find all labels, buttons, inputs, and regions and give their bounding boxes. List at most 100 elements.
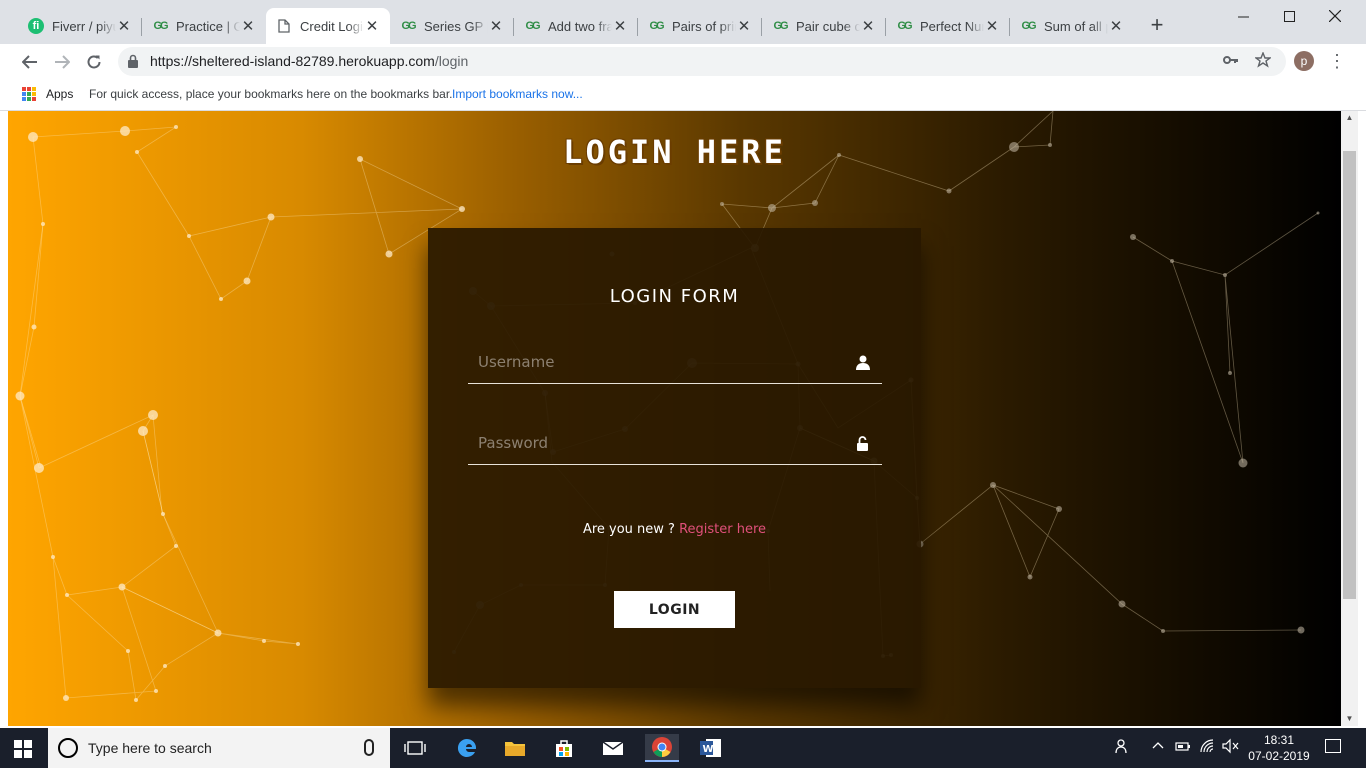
arrow-left-icon (22, 55, 37, 69)
file-explorer-icon[interactable] (498, 734, 532, 762)
tab-fiverr[interactable]: fi Fiverr / piyu ✕ (18, 8, 142, 44)
more-menu-icon[interactable]: ⋮ (1328, 50, 1346, 72)
chrome-taskbar-icon[interactable] (645, 734, 679, 762)
microphone-icon[interactable] (364, 739, 374, 756)
page-scrollbar[interactable]: ▲ ▼ (1341, 111, 1358, 726)
hero-title: LOGIN HERE (563, 133, 786, 171)
windows-taskbar: Type here to search W 18:31 07-02-2019 (0, 728, 1366, 768)
login-button[interactable]: LOGIN (614, 591, 735, 628)
forward-button[interactable] (48, 48, 76, 76)
scrollbar-thumb[interactable] (1343, 151, 1356, 599)
new-tab-button[interactable]: + (1146, 14, 1168, 36)
word-icon[interactable]: W (694, 734, 728, 762)
taskbar-search-placeholder: Type here to search (88, 740, 212, 756)
tab-title: Practice | G (176, 18, 240, 34)
form-title: LOGIN FORM (609, 286, 740, 307)
register-link[interactable]: Register here (679, 522, 766, 537)
gfg-icon: GG (153, 20, 168, 32)
arrow-right-icon (55, 55, 70, 69)
close-icon[interactable]: ✕ (364, 17, 380, 35)
close-icon[interactable]: ✕ (736, 17, 752, 35)
gfg-icon: GG (401, 20, 416, 32)
maximize-button[interactable] (1266, 0, 1312, 32)
taskbar-search-box[interactable]: Type here to search (48, 728, 390, 768)
minimize-button[interactable] (1220, 0, 1266, 32)
people-icon[interactable] (1115, 738, 1131, 757)
lock-icon (128, 54, 138, 68)
tab-title: Pairs of prin (672, 18, 736, 34)
battery-icon[interactable] (1175, 738, 1191, 757)
username-field-group (468, 342, 882, 384)
tab-sum-of-all[interactable]: GG Sum of all p ✕ (1010, 8, 1134, 44)
password-input[interactable] (468, 423, 848, 463)
tab-add-two[interactable]: GG Add two fra ✕ (514, 8, 638, 44)
svg-text:W: W (703, 744, 714, 755)
tab-title: Credit Login (300, 18, 364, 34)
gfg-icon: GG (773, 20, 788, 32)
url-text: https://sheltered-island-82789.herokuapp… (150, 53, 469, 69)
tab-perfect-number[interactable]: GG Perfect Nur ✕ (886, 8, 1010, 44)
close-icon[interactable]: ✕ (1108, 17, 1124, 35)
apps-label[interactable]: Apps (46, 87, 73, 101)
close-window-button[interactable] (1312, 0, 1358, 32)
back-button[interactable] (16, 48, 44, 76)
store-icon[interactable] (547, 734, 581, 762)
close-icon[interactable]: ✕ (240, 17, 256, 35)
tab-title: Pair cube co (796, 18, 860, 34)
close-icon[interactable]: ✕ (116, 17, 132, 35)
tab-title: Perfect Nur (920, 18, 984, 34)
tab-title: Series GP | (424, 18, 488, 34)
username-input[interactable] (468, 342, 848, 382)
clock-date: 07-02-2019 (1248, 749, 1310, 763)
register-prompt: Are you new ? Register here (428, 522, 921, 537)
window-right-edge (1358, 111, 1366, 726)
close-icon[interactable]: ✕ (984, 17, 1000, 35)
system-clock[interactable]: 18:31 07-02-2019 (1248, 732, 1310, 764)
clock-time: 18:31 (1263, 733, 1295, 747)
page-left-edge (0, 111, 8, 726)
user-icon (856, 355, 870, 370)
bookmarks-hint: For quick access, place your bookmarks h… (89, 87, 453, 101)
tab-practice[interactable]: GG Practice | G ✕ (142, 8, 266, 44)
task-view-icon[interactable] (398, 734, 432, 762)
register-prompt-text: Are you new ? (582, 522, 675, 537)
windows-start-icon[interactable] (14, 740, 32, 758)
key-icon[interactable] (1223, 52, 1239, 72)
volume-muted-icon[interactable] (1222, 738, 1240, 757)
import-bookmarks-link[interactable]: Import bookmarks now... (452, 87, 583, 101)
tab-title: Fiverr / piyu (52, 18, 116, 34)
password-field-group (468, 423, 882, 465)
address-bar[interactable]: https://sheltered-island-82789.herokuapp… (118, 47, 1286, 76)
scroll-up-arrow-icon[interactable]: ▲ (1345, 113, 1354, 122)
tab-strip: fi Fiverr / piyu ✕ GG Practice | G ✕ Cre… (0, 0, 1366, 44)
reload-icon (87, 55, 101, 69)
document-icon (276, 18, 292, 34)
apps-icon[interactable] (22, 87, 36, 101)
close-icon[interactable]: ✕ (860, 17, 876, 35)
login-page: LOGIN HERE LOGIN FORM Are you new ? Regi… (8, 111, 1341, 726)
tab-title: Add two fra (548, 18, 612, 34)
tab-pairs-prime[interactable]: GG Pairs of prin ✕ (638, 8, 762, 44)
edge-browser-icon[interactable] (450, 734, 484, 762)
wifi-icon[interactable] (1199, 738, 1217, 757)
scroll-down-arrow-icon[interactable]: ▼ (1345, 714, 1354, 723)
reload-button[interactable] (80, 48, 108, 76)
bookmarks-bar: Apps For quick access, place your bookma… (0, 79, 1366, 111)
tab-pair-cube[interactable]: GG Pair cube co ✕ (762, 8, 886, 44)
tab-credit-login[interactable]: Credit Login ✕ (266, 8, 390, 44)
close-icon[interactable]: ✕ (612, 17, 628, 35)
fiverr-icon: fi (28, 18, 44, 34)
unlock-icon (857, 436, 868, 451)
action-center-icon[interactable] (1325, 739, 1341, 753)
gfg-icon: GG (1021, 20, 1036, 32)
mail-icon[interactable] (596, 734, 630, 762)
star-icon[interactable] (1253, 51, 1273, 72)
gfg-icon: GG (649, 20, 664, 32)
tab-title: Sum of all p (1044, 18, 1108, 34)
profile-avatar[interactable]: p (1294, 51, 1314, 71)
close-icon[interactable]: ✕ (488, 17, 504, 35)
cortana-icon (58, 738, 78, 758)
chevron-up-icon[interactable] (1152, 738, 1164, 757)
gfg-icon: GG (525, 20, 540, 32)
tab-series-gp[interactable]: GG Series GP | ✕ (390, 8, 514, 44)
